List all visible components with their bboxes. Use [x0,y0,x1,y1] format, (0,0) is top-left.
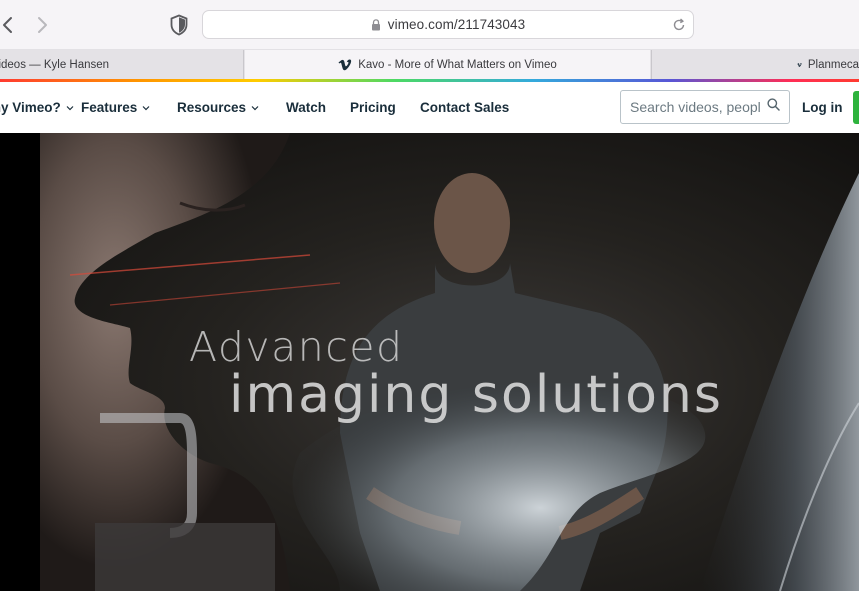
headline-line1: Advanced [189,323,404,371]
reload-icon[interactable] [671,17,687,33]
video-frame-image [40,133,859,591]
nav-resources[interactable]: Resources [177,82,259,133]
nav-label: Contact Sales [420,100,510,115]
site-header: Why Vimeo? Features Resources Watch Pric… [0,82,859,133]
back-icon [3,17,12,33]
forward-icon [38,17,47,33]
nav-watch[interactable]: Watch [286,82,326,133]
login-label: Log in [802,100,843,115]
lock-icon [371,18,380,30]
nav-label: Why Vimeo? [0,100,61,115]
tab-title: Videos — Kyle Hansen [0,59,110,71]
nav-why-vimeo[interactable]: Why Vimeo? [0,82,74,133]
tab-strip: Videos — Kyle Hansen Kavo - More of What… [0,50,859,80]
chevron-down-icon [142,105,150,110]
nav-label: Features [81,100,138,115]
tab-title: Planmeca [807,59,859,71]
tab-planmeca[interactable]: Planmeca [651,50,859,80]
nav-label: Resources [177,100,247,115]
search-icon[interactable] [767,98,780,111]
nav-features[interactable]: Features [81,82,150,133]
nav-pricing[interactable]: Pricing [350,82,396,133]
shield-icon[interactable] [169,14,189,36]
tab-kavo-vimeo[interactable]: Kavo - More of What Matters on Vimeo [245,50,650,80]
video-player[interactable]: Advanced imaging solutions [40,133,859,591]
video-area: Advanced imaging solutions [0,133,859,591]
search-input[interactable] [620,90,790,124]
back-button[interactable] [0,12,18,38]
tab-title: Kavo - More of What Matters on Vimeo [358,59,557,71]
nav-contact-sales[interactable]: Contact Sales [420,82,509,133]
address-bar[interactable]: vimeo.com/211743043 [202,10,694,39]
chevron-down-icon [66,105,74,110]
url-text: vimeo.com/211743043 [387,17,526,32]
login-link[interactable]: Log in [802,82,843,133]
browser-toolbar: vimeo.com/211743043 [0,0,859,50]
nav-label: Watch [286,100,326,115]
nav-label: Pricing [350,100,396,115]
tab-videos-kyle-hansen[interactable]: Videos — Kyle Hansen [0,50,244,80]
forward-button[interactable] [32,12,54,38]
headline-line2: imaging solutions [229,365,723,425]
vimeo-favicon [797,63,802,67]
join-button[interactable] [853,91,859,124]
vimeo-favicon [338,59,352,71]
chevron-down-icon [251,105,259,110]
